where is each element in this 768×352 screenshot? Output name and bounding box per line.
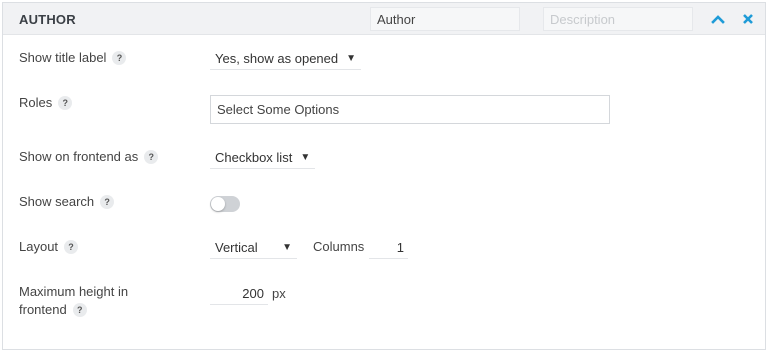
remove-field-button[interactable] [739, 10, 757, 28]
layout-row-label: Layout? [19, 238, 79, 256]
collapse-button[interactable] [709, 10, 727, 28]
show-title-label-value: Yes, show as opened [215, 50, 339, 66]
layout-value: Vertical [215, 239, 258, 255]
caret-down-icon: ▼ [346, 52, 357, 64]
show-on-frontend-select[interactable]: Checkbox list ▼ [210, 147, 316, 169]
show-on-frontend-value: Checkbox list [215, 149, 293, 165]
field-name-input[interactable] [370, 7, 520, 31]
max-height-row-label: Maximum height in frontend? [19, 283, 128, 319]
max-height-input[interactable] [210, 283, 268, 305]
help-icon[interactable]: ? [64, 239, 79, 254]
panel-header: AUTHOR [3, 3, 765, 35]
roles-label-text: Roles [19, 95, 53, 110]
show-on-frontend-label-text: Show on frontend as [19, 149, 139, 164]
caret-down-icon: ▼ [282, 241, 292, 253]
toggle-knob [211, 197, 225, 211]
field-description-input[interactable] [543, 7, 693, 31]
show-search-label-text: Show search [19, 194, 95, 209]
columns-input[interactable] [369, 237, 408, 259]
help-icon[interactable]: ? [72, 302, 87, 317]
columns-label: Columns [313, 239, 365, 254]
roles-placeholder: Select Some Options [217, 102, 340, 117]
layout-label-text: Layout [19, 239, 59, 254]
show-title-label-row-label: Show title label? [19, 49, 127, 67]
chevron-up-icon [711, 15, 725, 24]
layout-select[interactable]: Vertical ▼ [210, 237, 297, 259]
caret-down-icon: ▼ [300, 151, 311, 163]
show-on-frontend-row-label: Show on frontend as? [19, 148, 159, 166]
help-icon[interactable]: ? [100, 194, 115, 209]
max-height-label-line1: Maximum height in [19, 284, 129, 299]
field-settings-panel: AUTHOR Show title label? Yes, show as op… [2, 2, 766, 350]
close-icon [743, 14, 753, 24]
show-title-label-select[interactable]: Yes, show as opened ▼ [210, 48, 362, 70]
help-icon[interactable]: ? [144, 149, 159, 164]
panel-title: AUTHOR [19, 12, 76, 27]
max-height-label-line2: frontend [19, 302, 67, 317]
show-search-row-label: Show search? [19, 193, 115, 211]
roles-multiselect[interactable]: Select Some Options [210, 95, 610, 124]
show-search-toggle[interactable] [210, 196, 240, 212]
show-title-label-text: Show title label [19, 50, 107, 65]
help-icon[interactable]: ? [58, 95, 73, 110]
help-icon[interactable]: ? [112, 50, 127, 65]
roles-row-label: Roles? [19, 94, 73, 112]
max-height-unit: px [272, 286, 286, 301]
